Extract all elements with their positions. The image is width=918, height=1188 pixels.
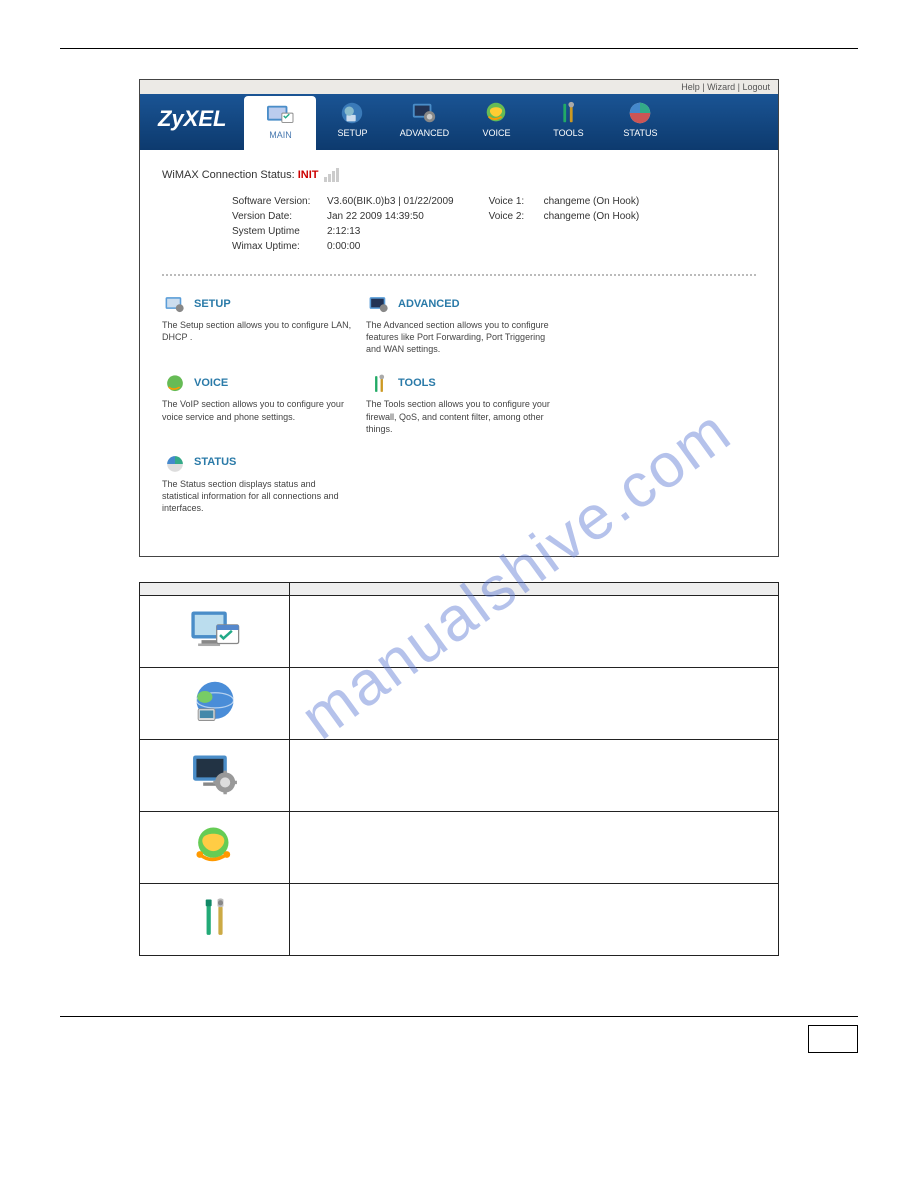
info-value: 2:12:13 <box>327 226 360 237</box>
voice-big-icon <box>188 822 242 870</box>
info-value: changeme (On Hook) <box>544 196 640 207</box>
info-value: Jan 22 2009 14:39:50 <box>327 211 424 222</box>
info-col-right: Voice 1:changeme (On Hook) Voice 2:chang… <box>489 194 640 254</box>
card-setup[interactable]: SETUP The Setup section allows you to co… <box>162 294 352 355</box>
card-status[interactable]: STATUS The Status section displays statu… <box>162 453 352 514</box>
icon-reference-table <box>139 582 779 956</box>
main-icon <box>265 102 295 128</box>
section-divider <box>162 274 756 276</box>
table-row <box>140 596 290 668</box>
tools-big-icon <box>188 894 242 942</box>
card-advanced[interactable]: ADVANCED The Advanced section allows you… <box>366 294 556 355</box>
setup-card-icon <box>162 294 188 316</box>
card-desc: The Advanced section allows you to confi… <box>366 319 556 355</box>
card-title: VOICE <box>194 377 228 389</box>
page-number-box <box>808 1025 858 1053</box>
card-title: TOOLS <box>398 377 436 389</box>
card-voice[interactable]: VOICE The VoIP section allows you to con… <box>162 373 352 434</box>
top-links: Help | Wizard | Logout <box>140 80 778 94</box>
card-desc: The VoIP section allows you to configure… <box>162 398 352 422</box>
nav-setup-label: SETUP <box>316 128 388 138</box>
nav-voice-label: VOICE <box>460 128 532 138</box>
nav-tools-label: TOOLS <box>532 128 604 138</box>
brand-text: ZyXEL <box>158 106 226 131</box>
nav-advanced-label: ADVANCED <box>388 128 460 138</box>
advanced-big-icon <box>188 750 242 798</box>
info-label: Wimax Uptime: <box>232 241 327 252</box>
card-desc: The Status section displays status and s… <box>162 478 352 514</box>
setup-big-icon <box>188 678 242 726</box>
info-label: System Uptime <box>232 226 327 237</box>
info-value: changeme (On Hook) <box>544 211 640 222</box>
card-title: ADVANCED <box>398 298 460 310</box>
nav-main-label: MAIN <box>244 130 316 140</box>
nav-advanced[interactable]: ADVANCED <box>388 94 460 150</box>
voice-icon <box>481 100 511 126</box>
card-desc: The Tools section allows you to configur… <box>366 398 556 434</box>
nav-status[interactable]: STATUS <box>604 94 676 150</box>
voice-card-icon <box>162 373 188 395</box>
help-link[interactable]: Help <box>681 82 700 92</box>
info-label: Voice 1: <box>489 196 544 207</box>
card-title: SETUP <box>194 298 231 310</box>
main-navbar: ZyXEL MAIN SETUP ADVANCED VOICE TOOLS ST… <box>140 94 778 150</box>
tools-icon <box>553 100 583 126</box>
table-row <box>140 884 290 956</box>
nav-tools[interactable]: TOOLS <box>532 94 604 150</box>
card-title: STATUS <box>194 456 236 468</box>
signal-bars-icon <box>324 168 340 182</box>
advanced-icon <box>409 100 439 126</box>
setup-icon <box>337 100 367 126</box>
info-label: Voice 2: <box>489 211 544 222</box>
table-row <box>140 668 290 740</box>
info-label: Version Date: <box>232 211 327 222</box>
status-prefix: WiMAX Connection Status: <box>162 169 298 181</box>
info-label: Software Version: <box>232 196 327 207</box>
system-info: Software Version:V3.60(BIK.0)b3 | 01/22/… <box>232 194 756 254</box>
card-tools[interactable]: TOOLS The Tools section allows you to co… <box>366 373 556 434</box>
nav-main[interactable]: MAIN <box>244 96 316 150</box>
logout-link[interactable]: Logout <box>742 82 770 92</box>
content-panel: WiMAX Connection Status: INIT Software V… <box>140 150 778 556</box>
advanced-card-icon <box>366 294 392 316</box>
status-icon <box>625 100 655 126</box>
main-big-icon <box>188 606 242 654</box>
info-value: V3.60(BIK.0)b3 | 01/22/2009 <box>327 196 454 207</box>
status-card-icon <box>162 453 188 475</box>
nav-status-label: STATUS <box>604 128 676 138</box>
nav-setup[interactable]: SETUP <box>316 94 388 150</box>
brand-logo: ZyXEL <box>140 94 244 150</box>
section-cards: SETUP The Setup section allows you to co… <box>162 294 756 532</box>
info-col-left: Software Version:V3.60(BIK.0)b3 | 01/22/… <box>232 194 454 254</box>
info-value: 0:00:00 <box>327 241 360 252</box>
wizard-link[interactable]: Wizard <box>707 82 735 92</box>
router-admin-screenshot: Help | Wizard | Logout ZyXEL MAIN SETUP … <box>139 79 779 557</box>
table-row <box>140 740 290 812</box>
nav-voice[interactable]: VOICE <box>460 94 532 150</box>
tools-card-icon <box>366 373 392 395</box>
connection-status: WiMAX Connection Status: INIT <box>162 168 756 182</box>
status-value: INIT <box>298 169 319 181</box>
card-desc: The Setup section allows you to configur… <box>162 319 352 343</box>
table-row <box>140 812 290 884</box>
